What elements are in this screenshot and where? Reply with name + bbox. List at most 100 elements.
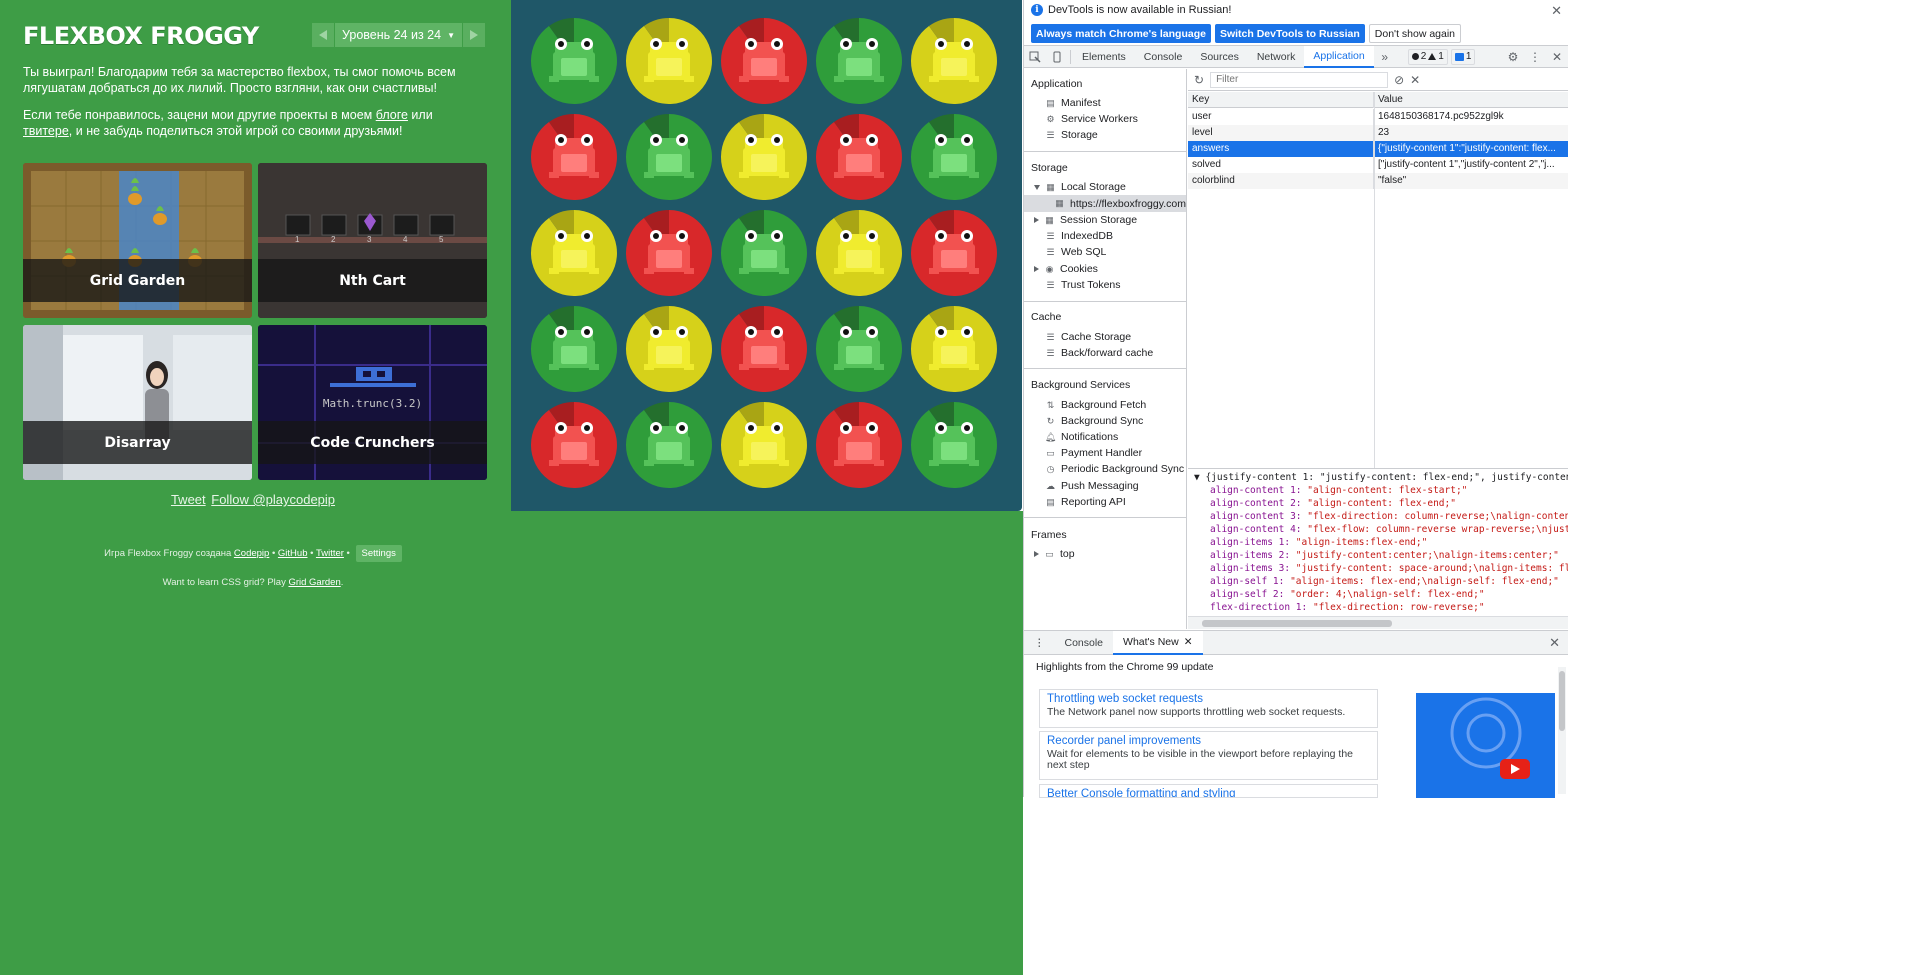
close-icon[interactable]: ✕: [1551, 3, 1562, 19]
sidebar-item-frame-top[interactable]: ▭ top: [1034, 548, 1075, 560]
sidebar-label: https://flexboxfroggy.com: [1070, 197, 1186, 210]
prev-level-button[interactable]: [312, 23, 334, 47]
card-grid-garden[interactable]: Grid Garden: [23, 163, 252, 318]
filter-input[interactable]: [1210, 71, 1389, 88]
follow-link[interactable]: Follow @playcodepip: [211, 492, 335, 507]
section-application: Application: [1031, 78, 1083, 90]
swap-icon: ⇅: [1046, 399, 1055, 410]
tab-network[interactable]: Network: [1248, 46, 1305, 68]
sidebar-item-cache-storage[interactable]: ☰ Cache Storage: [1045, 331, 1131, 343]
sidebar-item-notifications[interactable]: 🔔︎ Notifications: [1045, 431, 1118, 443]
cart-number: 4: [403, 235, 408, 244]
promo-suffix: , и не забудь поделиться этой игрой со с…: [68, 124, 403, 138]
tab-elements[interactable]: Elements: [1073, 46, 1135, 68]
whats-new-heading: Highlights from the Chrome 99 update: [1036, 661, 1214, 673]
tweet-link[interactable]: Tweet: [171, 492, 206, 507]
sidebar-item-periodic-sync[interactable]: ◷ Periodic Background Sync: [1045, 463, 1185, 475]
youtube-play-icon[interactable]: [1500, 759, 1530, 779]
table-row[interactable]: level 23: [1188, 125, 1568, 141]
frog-on-lilypad-green: [624, 112, 714, 202]
grid-promo: Want to learn CSS grid? Play Grid Garden…: [23, 577, 483, 588]
table-row[interactable]: solved ["justify-content 1","justify-con…: [1188, 157, 1568, 173]
sidebar-item-bg-sync[interactable]: ↻ Background Sync: [1045, 415, 1144, 427]
sidebar-item-bg-fetch[interactable]: ⇅ Background Fetch: [1045, 399, 1147, 411]
more-tabs-icon[interactable]: »: [1374, 46, 1396, 68]
scrollbar-thumb[interactable]: [1559, 671, 1565, 731]
sidebar-item-bfcache[interactable]: ☰ Back/forward cache: [1045, 347, 1153, 359]
drawer-tab-whats-new[interactable]: What's New ✕: [1113, 630, 1203, 655]
sidebar-item-reporting-api[interactable]: ▤ Reporting API: [1045, 496, 1126, 508]
whats-new-card[interactable]: Better Console formatting and styling: [1039, 784, 1378, 798]
gear-icon[interactable]: ⚙: [1502, 46, 1524, 68]
match-language-button[interactable]: Always match Chrome's language: [1031, 24, 1211, 43]
drawer-tab-console[interactable]: Console: [1055, 631, 1114, 655]
frog-on-lilypad-red: [719, 304, 809, 394]
card-disarray[interactable]: Disarray: [23, 325, 252, 480]
sidebar-item-local-storage[interactable]: ▦ Local Storage: [1034, 181, 1126, 193]
card-link[interactable]: Throttling web socket requests: [1047, 693, 1370, 705]
sidebar-item-cookies[interactable]: ◉ Cookies: [1034, 263, 1098, 275]
frog-on-lilypad-red: [909, 208, 999, 298]
sidebar-item-manifest[interactable]: ▤ Manifest: [1045, 97, 1100, 109]
grid-garden-link[interactable]: Grid Garden: [288, 577, 340, 588]
settings-button[interactable]: Settings: [355, 545, 402, 562]
kebab-menu-icon[interactable]: ⋮: [1524, 46, 1546, 68]
tab-sources[interactable]: Sources: [1191, 46, 1248, 68]
whats-new-card[interactable]: Throttling web socket requests The Netwo…: [1039, 689, 1378, 728]
sidebar-item-push-messaging[interactable]: ☁ Push Messaging: [1045, 480, 1139, 492]
card-link[interactable]: Better Console formatting and styling: [1047, 788, 1370, 797]
value-column-header[interactable]: Value: [1374, 92, 1568, 108]
sidebar-item-storage[interactable]: ☰ Storage: [1045, 129, 1097, 141]
close-devtools-icon[interactable]: ✕: [1546, 46, 1568, 68]
twitter-link[interactable]: твитере: [23, 124, 69, 138]
switch-language-button[interactable]: Switch DevTools to Russian: [1214, 24, 1365, 43]
sidebar-item-session-storage[interactable]: ▦ Session Storage: [1034, 214, 1137, 226]
card-link[interactable]: Recorder panel improvements: [1047, 735, 1370, 747]
frog-on-lilypad-green: [624, 400, 714, 490]
database-icon: ☰: [1046, 279, 1055, 290]
card-code-crunchers[interactable]: Math.trunc(3.2) Code Crunchers: [258, 325, 487, 480]
sidebar-item-payment-handler[interactable]: ▭ Payment Handler: [1045, 447, 1142, 459]
whats-new-card[interactable]: Recorder panel improvements Wait for ele…: [1039, 731, 1378, 780]
sidebar-item-trust-tokens[interactable]: ☰ Trust Tokens: [1045, 279, 1120, 291]
table-row[interactable]: user 1648150368174.pc952zgl9k: [1188, 109, 1568, 125]
dont-show-button[interactable]: Don't show again: [1368, 24, 1462, 43]
blog-link[interactable]: блоге: [376, 108, 408, 122]
drawer-menu-icon[interactable]: ⋮: [1024, 631, 1055, 655]
next-level-button[interactable]: [463, 23, 485, 47]
inspect-icon[interactable]: [1024, 46, 1046, 68]
card-nth-cart[interactable]: 1 2 3 4 5 Nth Cart: [258, 163, 487, 318]
issues-badges[interactable]: 2 1 1: [1407, 48, 1476, 65]
site-logo[interactable]: FLEXBOX FROGGY: [23, 22, 259, 50]
close-tab-icon[interactable]: ✕: [1184, 636, 1193, 648]
close-drawer-icon[interactable]: ✕: [1549, 635, 1560, 651]
scrollbar-thumb[interactable]: [1202, 620, 1392, 627]
github-link[interactable]: GitHub: [278, 548, 308, 559]
codepip-link[interactable]: Codepip: [234, 548, 269, 559]
refresh-icon[interactable]: ↻: [1194, 73, 1204, 87]
whats-new-video[interactable]: [1416, 693, 1555, 798]
horizontal-scrollbar[interactable]: [1188, 616, 1568, 629]
tab-application[interactable]: Application: [1304, 45, 1374, 68]
table-row[interactable]: colorblind "false": [1188, 173, 1568, 189]
message-count: 1: [1465, 51, 1472, 62]
messages-badge[interactable]: 1: [1450, 48, 1476, 65]
preview-value: "justify-content: space-around;\nalign-i…: [1295, 563, 1568, 574]
errors-warnings-badge[interactable]: 2 1: [1407, 48, 1448, 65]
table-row-selected[interactable]: answers {"justify-content 1":"justify-co…: [1188, 141, 1568, 157]
frog-on-lilypad-green: [814, 16, 904, 106]
tab-console[interactable]: Console: [1135, 46, 1192, 68]
key-column-header[interactable]: Key: [1188, 91, 1374, 108]
sidebar-item-indexeddb[interactable]: ☰ IndexedDB: [1045, 230, 1113, 242]
delete-selected-icon[interactable]: ✕: [1410, 73, 1420, 87]
level-dropdown[interactable]: Уровень 24 из 24 ▼: [335, 23, 462, 47]
vertical-scrollbar[interactable]: [1558, 667, 1566, 794]
preview-root[interactable]: ▼ {justify-content 1: "justify-content: …: [1194, 472, 1568, 483]
sidebar-item-local-origin[interactable]: ▦ https://flexboxfroggy.com: [1024, 195, 1186, 212]
twitter-credit-link[interactable]: Twitter: [316, 548, 344, 559]
sidebar-item-websql[interactable]: ☰ Web SQL: [1045, 246, 1106, 258]
device-toolbar-icon[interactable]: [1046, 46, 1068, 68]
warning-icon: [1428, 53, 1437, 60]
sidebar-item-service-workers[interactable]: ⚙ Service Workers: [1045, 113, 1137, 125]
clear-all-icon[interactable]: ⊘: [1394, 73, 1404, 87]
